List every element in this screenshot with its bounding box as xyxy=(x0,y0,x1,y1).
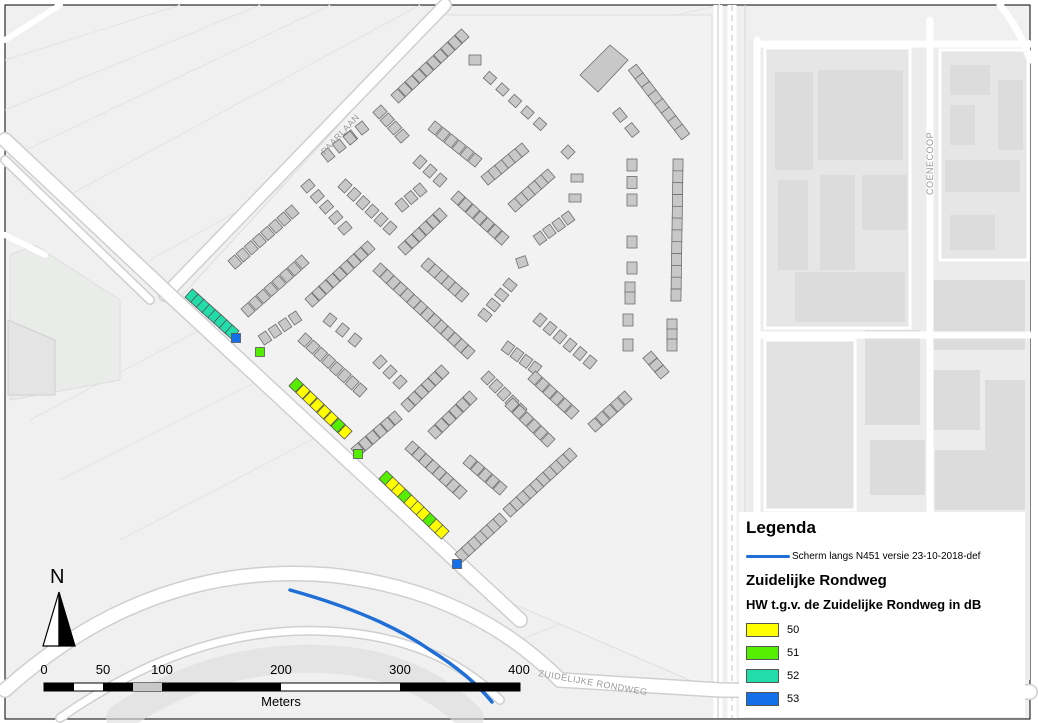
building[interactable] xyxy=(568,193,582,203)
building[interactable] xyxy=(672,182,684,196)
legend-screen-swatch xyxy=(746,554,790,558)
north-arrow-icon xyxy=(42,591,76,647)
building[interactable] xyxy=(622,313,634,327)
scale-tick-400: 400 xyxy=(508,662,530,677)
building[interactable] xyxy=(255,347,265,357)
building[interactable] xyxy=(670,264,682,278)
legend-class-50: 50 xyxy=(746,622,799,638)
legend-screen-row: Scherm langs N451 versie 23-10-2018-def xyxy=(746,549,980,563)
scalebar: 0 50 100 200 300 400 Meters xyxy=(38,662,538,712)
north-arrow: N xyxy=(38,566,80,650)
building[interactable] xyxy=(231,333,241,343)
legend-class-52: 52 xyxy=(746,668,799,684)
building[interactable] xyxy=(671,205,683,219)
building[interactable] xyxy=(353,449,363,459)
scalebar-bar xyxy=(43,682,521,692)
building[interactable] xyxy=(624,291,636,305)
legend-class-swatch xyxy=(746,669,779,683)
legend-class-label: 50 xyxy=(787,624,800,636)
legend-class-label: 52 xyxy=(787,670,800,682)
building[interactable] xyxy=(671,217,683,231)
building[interactable] xyxy=(671,241,683,255)
scale-tick-100: 100 xyxy=(151,662,173,677)
scale-tick-0: 0 xyxy=(40,662,48,677)
building[interactable] xyxy=(672,194,683,207)
street-label-coenecoop: COENECOOP xyxy=(925,132,935,195)
legend: Legenda Scherm langs N451 versie 23-10-2… xyxy=(739,512,1025,717)
legend-class-51: 51 xyxy=(746,645,799,661)
building[interactable] xyxy=(671,229,683,243)
building[interactable] xyxy=(452,559,462,569)
scale-tick-300: 300 xyxy=(389,662,411,677)
building[interactable] xyxy=(672,158,684,172)
legend-class-label: 53 xyxy=(787,693,800,705)
legend-field-title: HW t.g.v. de Zuidelijke Rondweg in dB xyxy=(746,597,982,612)
scale-tick-200: 200 xyxy=(270,662,292,677)
building[interactable] xyxy=(666,338,678,352)
building[interactable] xyxy=(626,235,638,249)
scale-tick-50: 50 xyxy=(95,662,111,677)
building[interactable] xyxy=(570,173,584,183)
building[interactable] xyxy=(670,276,682,290)
building[interactable] xyxy=(626,158,638,172)
building[interactable] xyxy=(626,193,638,207)
scale-units: Meters xyxy=(261,694,301,709)
legend-layer-title: Zuidelijke Rondweg xyxy=(746,572,887,589)
building[interactable] xyxy=(626,176,638,189)
building[interactable] xyxy=(671,253,682,266)
building[interactable] xyxy=(622,338,634,352)
building[interactable] xyxy=(670,288,682,302)
legend-class-53: 53 xyxy=(746,691,799,707)
building[interactable] xyxy=(626,261,638,275)
legend-title: Legenda xyxy=(746,518,816,537)
legend-class-swatch xyxy=(746,646,779,660)
legend-class-label: 51 xyxy=(787,647,800,659)
legend-class-swatch xyxy=(746,692,779,706)
building[interactable] xyxy=(672,170,684,184)
building[interactable] xyxy=(468,54,482,66)
legend-screen-label: Scherm langs N451 versie 23-10-2018-def xyxy=(792,550,981,562)
legend-class-swatch xyxy=(746,623,779,637)
